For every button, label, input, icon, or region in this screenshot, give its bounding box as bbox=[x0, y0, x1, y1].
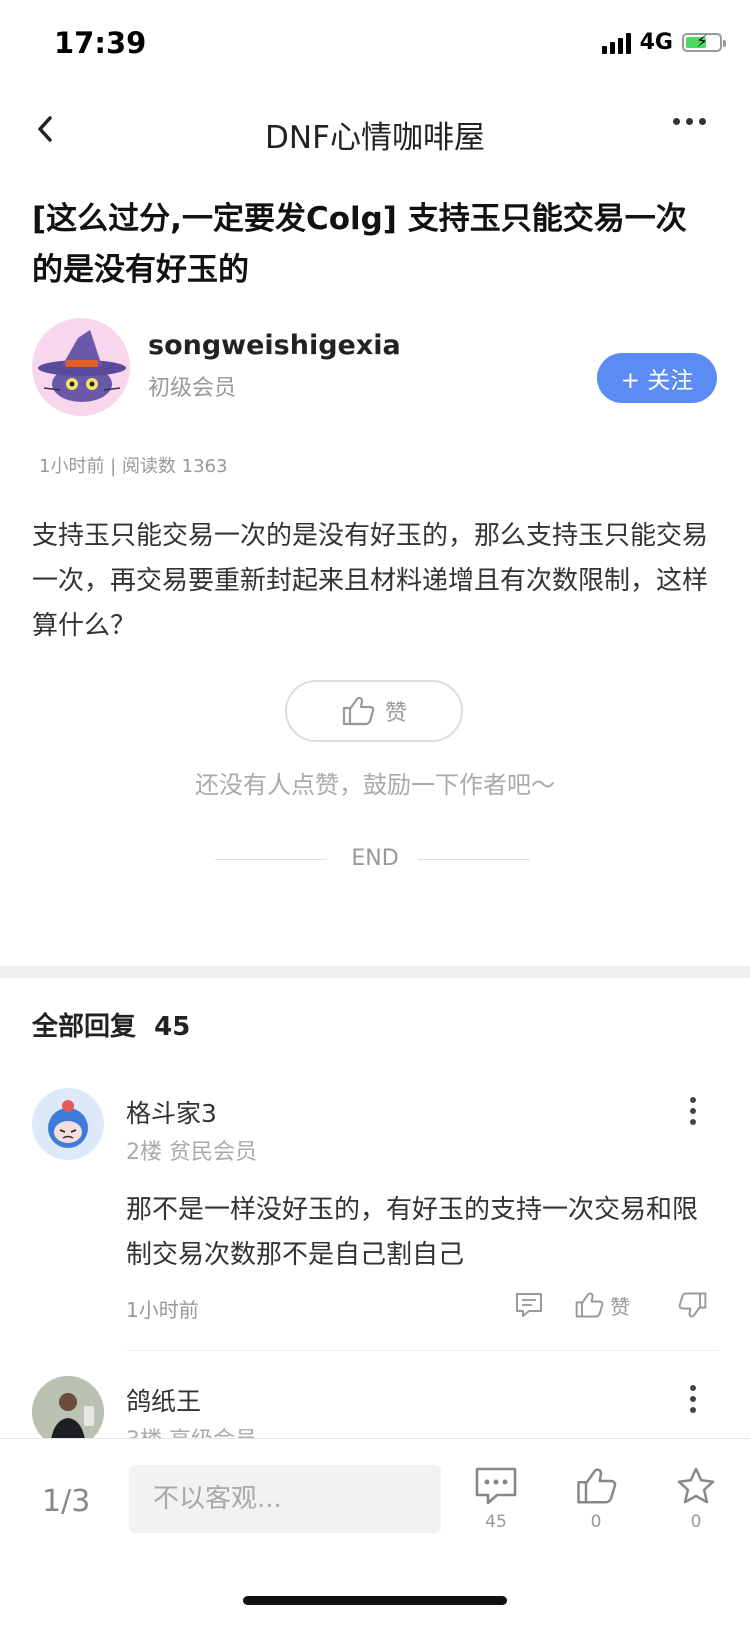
back-button[interactable] bbox=[32, 112, 60, 146]
author-avatar[interactable] bbox=[32, 318, 130, 416]
page-title: DNF心情咖啡屋 bbox=[265, 120, 485, 156]
replies-header: 全部回复 45 bbox=[32, 1006, 190, 1043]
reply-comment-button[interactable] bbox=[514, 1290, 544, 1320]
replies-header-label: 全部回复 bbox=[32, 1012, 137, 1042]
thumbs-up-icon bbox=[342, 696, 375, 726]
battery-icon: ⚡ bbox=[682, 32, 726, 52]
like-label: 赞 bbox=[384, 701, 407, 726]
author-rank: 初级会员 bbox=[148, 376, 237, 401]
favorite-count: 0 bbox=[690, 1512, 702, 1532]
reply-input[interactable] bbox=[129, 1465, 441, 1533]
end-divider-right bbox=[418, 859, 530, 860]
reply-author-name[interactable]: 格斗家3 bbox=[126, 1094, 217, 1130]
follow-button[interactable]: + 关注 bbox=[597, 353, 717, 403]
reply-like-label: 赞 bbox=[610, 1294, 630, 1319]
comment-count: 45 bbox=[485, 1512, 507, 1532]
network-label: 4G bbox=[639, 30, 673, 55]
replies-count: 45 bbox=[154, 1012, 191, 1042]
like-hint: 还没有人点赞，鼓励一下作者吧～ bbox=[195, 771, 555, 799]
reply-author-name[interactable]: 鸽纸王 bbox=[126, 1382, 201, 1418]
fighter-avatar-icon bbox=[48, 1100, 88, 1148]
witch-cat-avatar-icon bbox=[38, 330, 126, 402]
home-indicator bbox=[243, 1596, 507, 1605]
star-icon bbox=[677, 1467, 715, 1504]
more-options-button[interactable] bbox=[673, 118, 706, 125]
post-meta: 1小时前 | 阅读数 1363 bbox=[39, 456, 228, 477]
thumbs-down-icon bbox=[678, 1292, 707, 1318]
page-indicator[interactable]: 1/3 bbox=[42, 1484, 90, 1519]
comment-icon bbox=[475, 1467, 517, 1505]
reply-text: 那不是一样没好玉的，有好玉的支持一次交易和限制交易次数那不是自己割自己 bbox=[126, 1195, 699, 1270]
status-indicators: 4G ⚡ bbox=[601, 30, 726, 55]
like-post-button[interactable]: 0 bbox=[566, 1466, 626, 1532]
post-body: 支持玉只能交易一次的是没有好玉的，那么支持玉只能交易一次，再交易要重新封起来且材… bbox=[32, 521, 709, 641]
comments-button[interactable]: 45 bbox=[466, 1466, 526, 1532]
reply-avatar[interactable] bbox=[32, 1088, 104, 1160]
reply-more-button[interactable] bbox=[690, 1097, 696, 1125]
favorite-button[interactable]: 0 bbox=[666, 1466, 726, 1532]
thumbs-up-icon bbox=[577, 1468, 617, 1504]
reply-dislike-button[interactable] bbox=[678, 1290, 708, 1320]
thumbs-up-icon bbox=[575, 1292, 604, 1318]
reply-separator bbox=[126, 1350, 718, 1351]
like-button[interactable]: 赞 bbox=[285, 680, 463, 742]
author-name[interactable]: songweishigexia bbox=[148, 330, 401, 361]
signal-icon bbox=[601, 32, 631, 54]
comment-icon bbox=[516, 1293, 542, 1317]
status-time: 17:39 bbox=[54, 26, 147, 60]
reply-like-button[interactable]: 赞 bbox=[574, 1290, 630, 1320]
reply-rank: 2楼 贫民会员 bbox=[126, 1140, 257, 1165]
like-count: 0 bbox=[590, 1512, 602, 1532]
post-title: [这么过分,一定要发Colg] 支持玉只能交易一次的是没有好玉的 bbox=[32, 201, 687, 288]
chevron-left-icon bbox=[38, 116, 52, 142]
end-label: END bbox=[351, 846, 399, 871]
reply-more-button[interactable] bbox=[690, 1385, 696, 1413]
section-divider bbox=[0, 966, 750, 978]
reply-time: 1小时前 bbox=[126, 1298, 199, 1322]
